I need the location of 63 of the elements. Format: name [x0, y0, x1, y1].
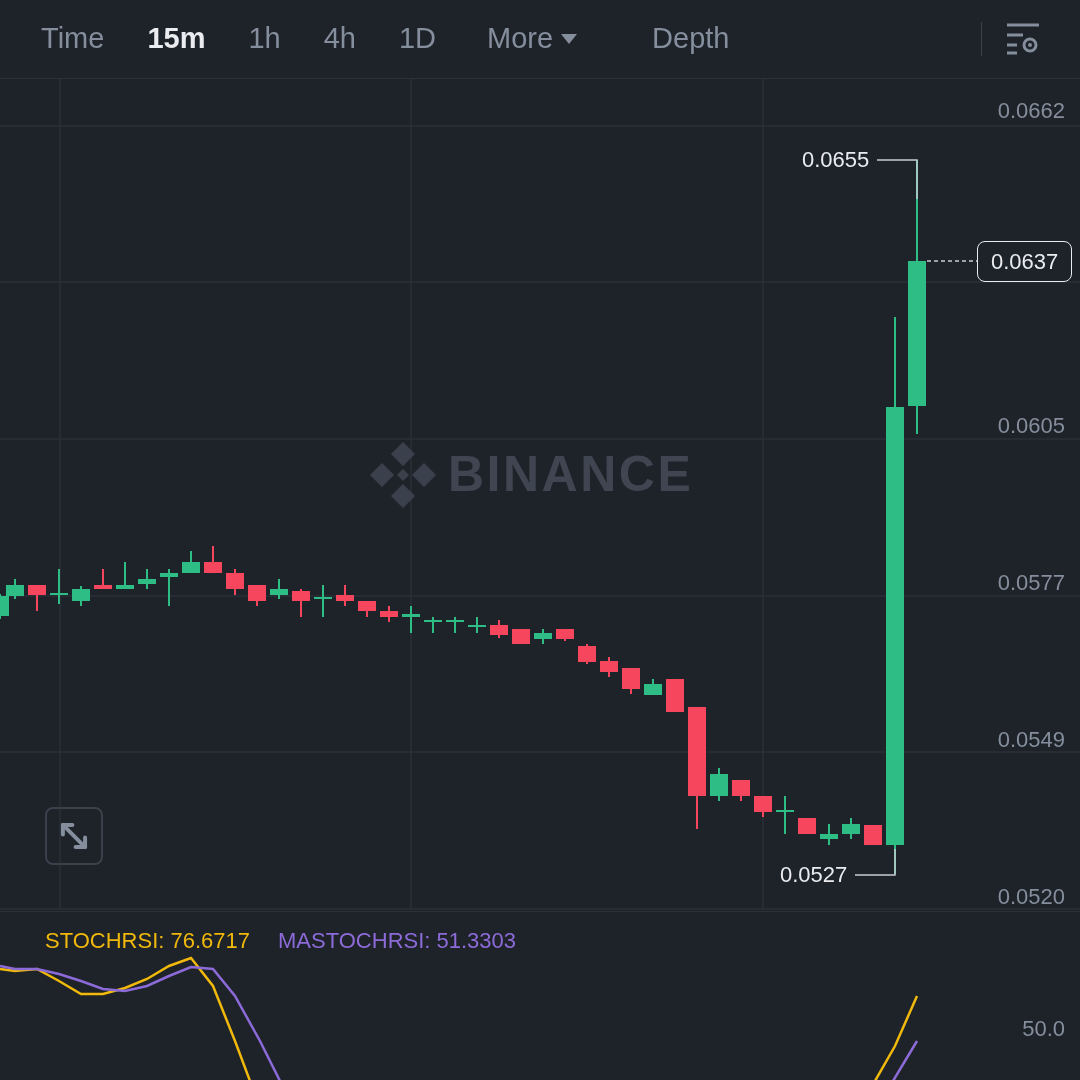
mastochrsi-value: MASTOCHRSI: 51.3303 [278, 930, 517, 952]
candle [842, 817, 860, 840]
candle [490, 619, 508, 639]
expand-button[interactable] [45, 807, 103, 865]
more-dropdown[interactable]: More [487, 17, 578, 61]
candle [270, 578, 288, 600]
candle [204, 545, 222, 574]
candle [820, 823, 838, 846]
interval-tab[interactable]: 1h [248, 17, 281, 61]
high-price-label: 0.0655 [802, 149, 870, 171]
price-axis-label: 0.0605 [997, 415, 1065, 437]
candle [732, 779, 750, 802]
candle [864, 824, 882, 846]
indicator-axis-label: 50.0 [1022, 1018, 1065, 1040]
candle [248, 584, 266, 607]
interval-tab[interactable]: Time [41, 17, 105, 61]
candle [336, 584, 354, 607]
caret-icon [561, 34, 578, 44]
candle [160, 568, 178, 607]
leader-line [854, 848, 896, 876]
current-price-tag: 0.0637 [977, 241, 1073, 282]
candle [182, 550, 200, 574]
candle [72, 585, 90, 607]
candle [424, 616, 442, 634]
candle [578, 643, 596, 665]
candle [446, 616, 464, 634]
candle [380, 605, 398, 623]
candle [556, 628, 574, 642]
candle [116, 561, 134, 590]
candle [534, 628, 552, 645]
candle [226, 568, 244, 596]
candle [138, 568, 156, 590]
price-axis-label: 0.0549 [997, 729, 1065, 751]
candle [754, 795, 772, 818]
candle [710, 767, 728, 802]
candle [468, 616, 486, 634]
interval-tab[interactable]: 4h [323, 17, 356, 61]
candle [28, 584, 46, 612]
price-axis-label: 0.0577 [997, 572, 1065, 594]
candle [50, 568, 68, 605]
logo-icon [370, 441, 436, 508]
candle [798, 817, 816, 835]
candle [644, 678, 662, 696]
candle [402, 605, 420, 634]
interval-tab[interactable]: 15m [147, 17, 206, 61]
candle [776, 795, 794, 835]
candle [94, 568, 112, 590]
leader-line [876, 159, 918, 200]
candle [666, 678, 684, 713]
price-axis-label: 0.0520 [997, 886, 1065, 908]
settings-icon[interactable] [1006, 22, 1040, 56]
candle [292, 588, 310, 618]
low-price-label: 0.0527 [780, 864, 848, 886]
price-line [926, 260, 978, 262]
interval-tab[interactable]: 1D [398, 17, 437, 61]
stochrsi-value: STOCHRSI: 76.6717 [45, 930, 251, 952]
interval-tab[interactable]: Depth [652, 17, 730, 61]
candle [600, 656, 618, 678]
price-axis-label: 0.0662 [997, 100, 1065, 122]
candle [512, 628, 530, 645]
candle [314, 584, 332, 618]
candle [358, 600, 376, 618]
candle [622, 667, 640, 695]
